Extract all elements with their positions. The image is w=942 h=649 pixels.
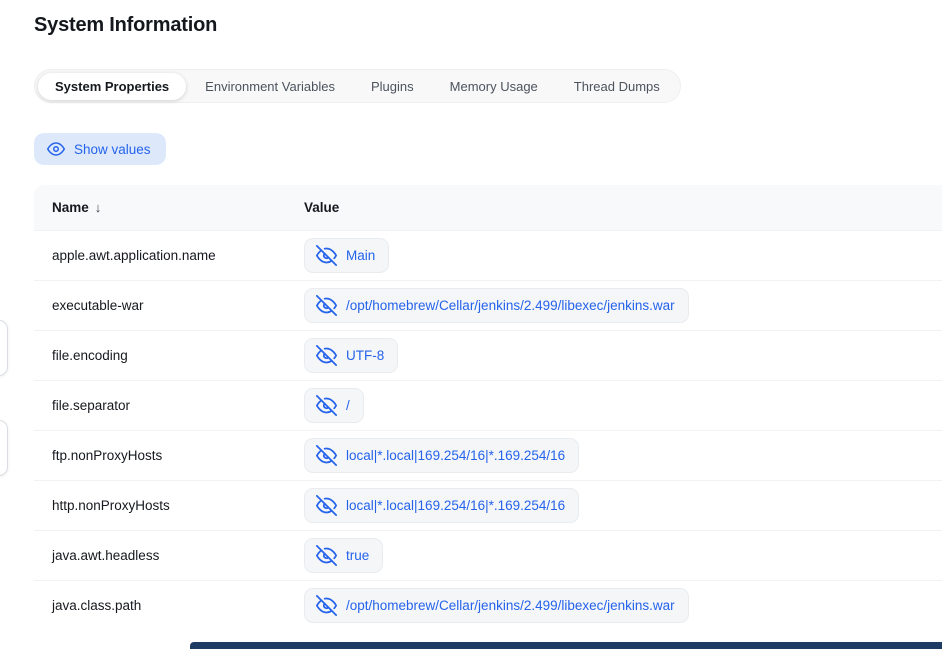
hidden-value-button[interactable]: true [304, 538, 383, 573]
hidden-value-button[interactable]: Main [304, 238, 389, 273]
eye-off-icon [316, 445, 337, 466]
property-name: java.class.path [34, 598, 304, 613]
system-properties-table: Name ↓ Value apple.awt.application.name … [34, 185, 942, 630]
property-value-cell: / [304, 388, 942, 423]
hidden-value-button[interactable]: /opt/homebrew/Cellar/jenkins/2.499/libex… [304, 588, 689, 623]
property-name: http.nonProxyHosts [34, 498, 304, 513]
column-header-value[interactable]: Value [304, 200, 942, 215]
eye-icon [47, 140, 65, 158]
tab-plugins[interactable]: Plugins [354, 73, 431, 100]
main-content: System Information System Properties Env… [0, 14, 942, 630]
table-row: file.separator / [34, 380, 942, 430]
tab-system-properties[interactable]: System Properties [38, 73, 186, 100]
property-value-cell: local|*.local|169.254/16|*.169.254/16 [304, 488, 942, 523]
property-value-cell: Main [304, 238, 942, 273]
table-header: Name ↓ Value [34, 185, 942, 230]
eye-off-icon [316, 345, 337, 366]
property-name: executable-war [34, 298, 304, 313]
table-row: file.encoding UTF-8 [34, 330, 942, 380]
table-row: ftp.nonProxyHosts local|*.local|169.254/… [34, 430, 942, 480]
show-values-button[interactable]: Show values [34, 133, 166, 165]
eye-off-icon [316, 295, 337, 316]
eye-off-icon [316, 245, 337, 266]
property-value-cell: /opt/homebrew/Cellar/jenkins/2.499/libex… [304, 288, 942, 323]
property-value: UTF-8 [346, 348, 384, 363]
table-body: apple.awt.application.name Main executab… [34, 230, 942, 630]
property-value: Main [346, 248, 375, 263]
left-edge-panel-fragment [0, 320, 8, 376]
eye-off-icon [316, 595, 337, 616]
table-row: executable-war /opt/homebrew/Cellar/jenk… [34, 280, 942, 330]
hidden-value-button[interactable]: /opt/homebrew/Cellar/jenkins/2.499/libex… [304, 288, 689, 323]
property-value: local|*.local|169.254/16|*.169.254/16 [346, 448, 565, 463]
property-value: true [346, 548, 369, 563]
property-name: apple.awt.application.name [34, 248, 304, 263]
page-title: System Information [34, 14, 942, 37]
property-value: local|*.local|169.254/16|*.169.254/16 [346, 498, 565, 513]
tab-memory-usage[interactable]: Memory Usage [433, 73, 555, 100]
hidden-value-button[interactable]: local|*.local|169.254/16|*.169.254/16 [304, 488, 579, 523]
property-name: java.awt.headless [34, 548, 304, 563]
eye-off-icon [316, 495, 337, 516]
table-row: java.class.path /opt/homebrew/Cellar/jen… [34, 580, 942, 630]
column-header-name[interactable]: Name ↓ [34, 200, 304, 215]
left-edge-panel-fragment [0, 420, 8, 476]
property-value-cell: /opt/homebrew/Cellar/jenkins/2.499/libex… [304, 588, 942, 623]
table-row: java.awt.headless true [34, 530, 942, 580]
sort-descending-icon: ↓ [95, 200, 102, 215]
property-value-cell: local|*.local|169.254/16|*.169.254/16 [304, 438, 942, 473]
property-value-cell: UTF-8 [304, 338, 942, 373]
tab-bar: System Properties Environment Variables … [34, 69, 681, 103]
table-row: http.nonProxyHosts local|*.local|169.254… [34, 480, 942, 530]
property-value: /opt/homebrew/Cellar/jenkins/2.499/libex… [346, 298, 675, 313]
hidden-value-button[interactable]: local|*.local|169.254/16|*.169.254/16 [304, 438, 579, 473]
hidden-value-button[interactable]: / [304, 388, 364, 423]
bottom-dark-bar [190, 642, 942, 649]
table-row: apple.awt.application.name Main [34, 230, 942, 280]
tab-thread-dumps[interactable]: Thread Dumps [557, 73, 677, 100]
eye-off-icon [316, 395, 337, 416]
show-values-label: Show values [74, 142, 151, 157]
tab-environment-variables[interactable]: Environment Variables [188, 73, 352, 100]
property-name: file.separator [34, 398, 304, 413]
property-value: /opt/homebrew/Cellar/jenkins/2.499/libex… [346, 598, 675, 613]
column-name-label: Name [52, 200, 89, 215]
eye-off-icon [316, 545, 337, 566]
property-value-cell: true [304, 538, 942, 573]
hidden-value-button[interactable]: UTF-8 [304, 338, 398, 373]
property-name: ftp.nonProxyHosts [34, 448, 304, 463]
property-name: file.encoding [34, 348, 304, 363]
property-value: / [346, 398, 350, 413]
